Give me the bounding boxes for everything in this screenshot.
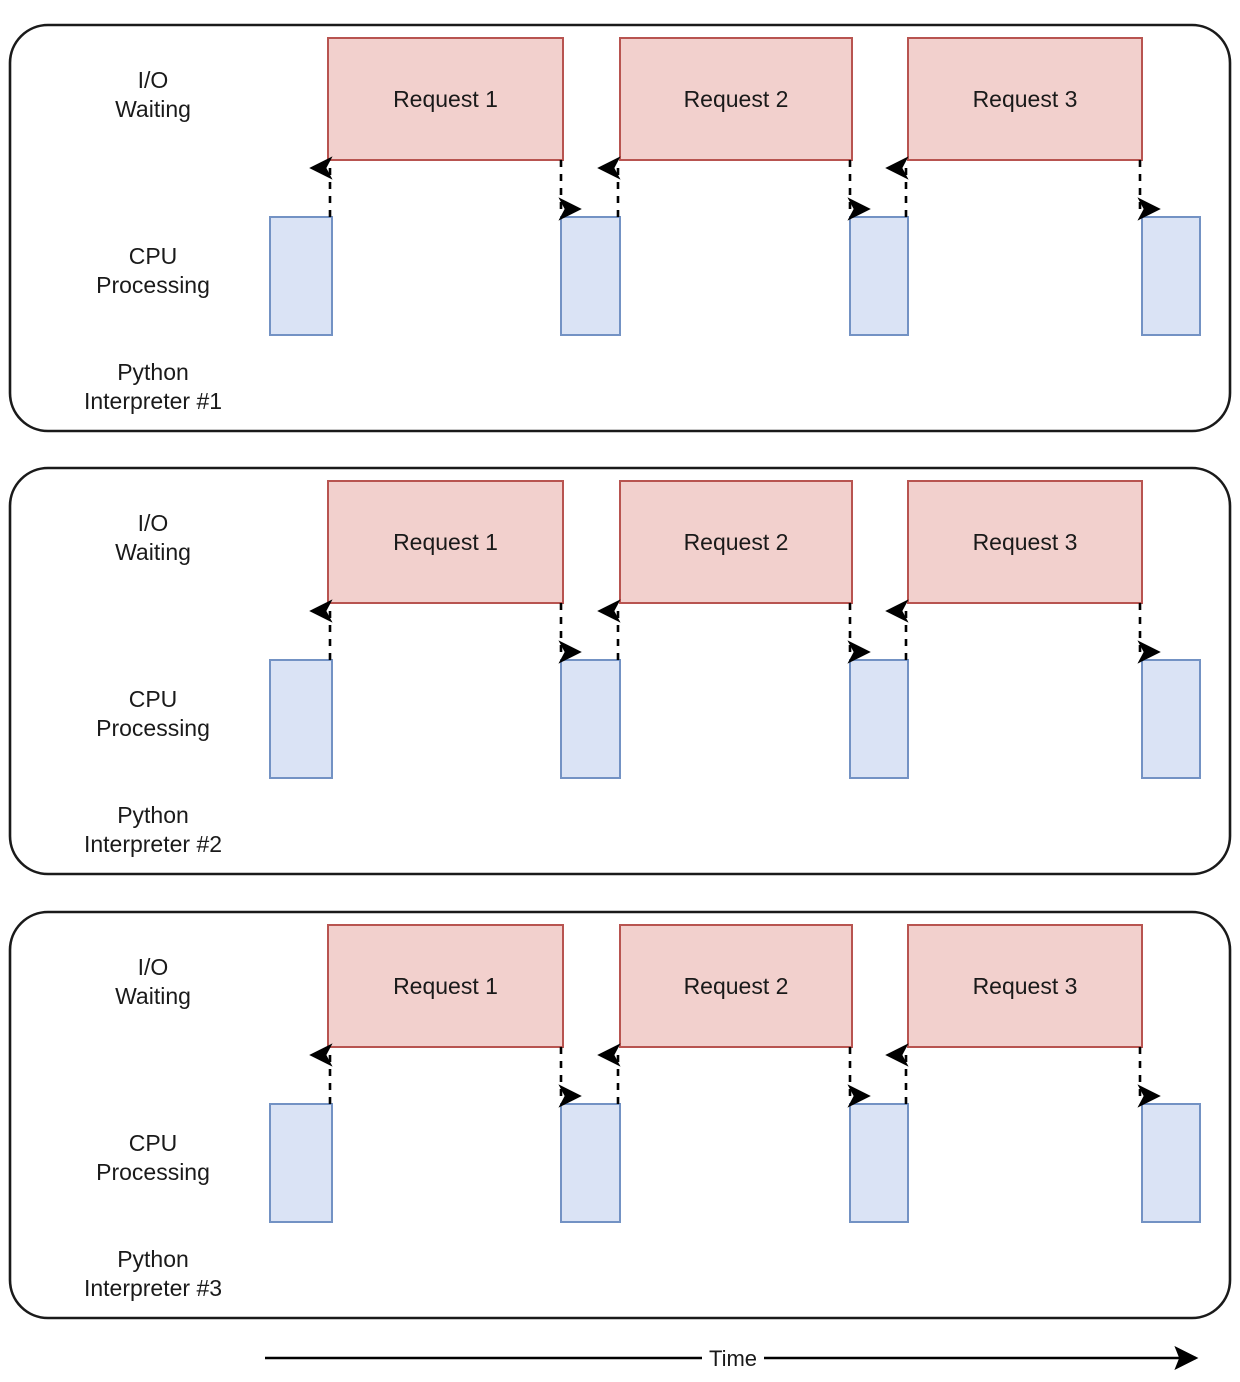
io-request-label-2: Request 2 (684, 86, 789, 112)
time-axis-label: Time (709, 1346, 757, 1371)
diagram-canvas: I/O Waiting CPU Processing Python Interpreter… (0, 0, 1240, 1382)
io-request-label-3: Request 3 (973, 529, 1078, 555)
io-waiting-label-line2: Waiting (115, 539, 191, 565)
cpu-processing-block-3[interactable] (849, 1103, 909, 1223)
io-request-label-3: Request 3 (973, 86, 1078, 112)
cpu-processing-block-1[interactable] (269, 216, 333, 336)
io-request-label-2: Request 2 (684, 973, 789, 999)
cpu-processing-label-line2: Processing (96, 715, 210, 741)
io-waiting-label-line1: I/O (138, 67, 169, 93)
cpu-processing-block-3[interactable] (849, 659, 909, 779)
io-request-label-1: Request 1 (393, 973, 498, 999)
cpu-processing-block-4[interactable] (1141, 1103, 1201, 1223)
interpreter-label-line2: Interpreter #2 (84, 831, 222, 857)
cpu-processing-block-2[interactable] (560, 1103, 621, 1223)
interpreter-label-line1: Python (117, 359, 189, 385)
io-waiting-label-line2: Waiting (115, 983, 191, 1009)
io-request-label-2: Request 2 (684, 529, 789, 555)
io-request-label-3: Request 3 (973, 973, 1078, 999)
cpu-processing-label-line1: CPU (129, 686, 178, 712)
interpreter-label-line1: Python (117, 1246, 189, 1272)
interpreter-label-line2: Interpreter #1 (84, 388, 222, 414)
time-axis: Time (265, 1345, 1199, 1371)
io-waiting-label-line1: I/O (138, 954, 169, 980)
io-request-label-1: Request 1 (393, 86, 498, 112)
cpu-processing-label-line2: Processing (96, 1159, 210, 1185)
cpu-processing-block-1[interactable] (269, 659, 333, 779)
io-waiting-label-line2: Waiting (115, 96, 191, 122)
cpu-processing-block-4[interactable] (1141, 216, 1201, 336)
panel-interpreter-2[interactable]: I/O Waiting CPU Processing Python Interpreter… (8, 466, 1232, 876)
interpreter-label-line1: Python (117, 802, 189, 828)
cpu-processing-block-3[interactable] (849, 216, 909, 336)
interpreter-panels: I/O Waiting CPU Processing Python Interpreter… (8, 23, 1232, 1320)
cpu-processing-label-line2: Processing (96, 272, 210, 298)
io-waiting-label-line1: I/O (138, 510, 169, 536)
cpu-processing-block-4[interactable] (1141, 659, 1201, 779)
interpreter-label-line2: Interpreter #3 (84, 1275, 222, 1301)
panel-interpreter-1[interactable]: I/O Waiting CPU Processing Python Interpreter… (8, 23, 1232, 433)
cpu-processing-block-2[interactable] (560, 659, 621, 779)
io-request-label-1: Request 1 (393, 529, 498, 555)
cpu-processing-block-2[interactable] (560, 216, 621, 336)
panel-interpreter-3[interactable]: I/O Waiting CPU Processing Python Interpreter… (8, 910, 1232, 1320)
interpreter-timeline-diagram: I/O Waiting CPU Processing Python Interpreter… (8, 23, 1232, 1371)
cpu-processing-label-line1: CPU (129, 1130, 178, 1156)
cpu-processing-label-line1: CPU (129, 243, 178, 269)
cpu-processing-block-1[interactable] (269, 1103, 333, 1223)
